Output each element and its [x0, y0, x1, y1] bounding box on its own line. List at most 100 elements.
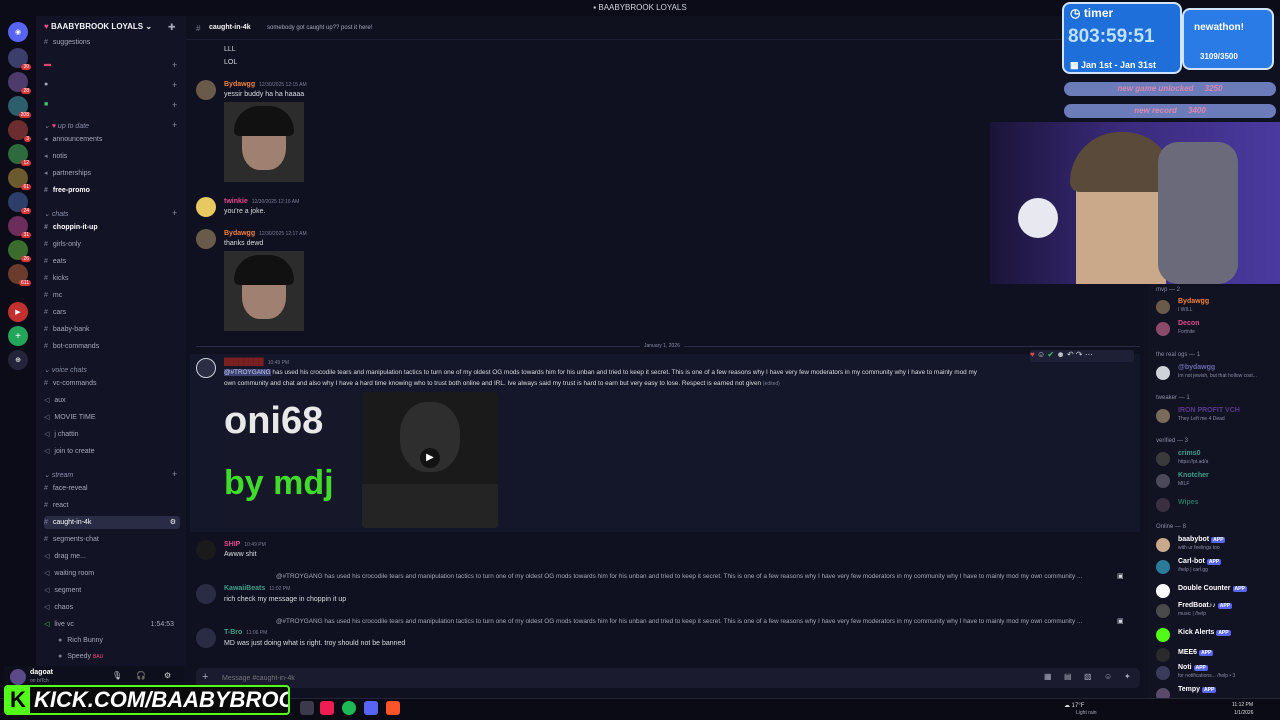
channel-segment[interactable]: ◁ segment	[44, 584, 180, 597]
message-image[interactable]	[224, 251, 304, 331]
message-author[interactable]: SHIP 10:49 PM	[224, 541, 266, 548]
message-author[interactable]: twinkie 12/30/2025 12:16 AM	[224, 198, 299, 205]
app-icon[interactable]	[300, 701, 314, 715]
member-item[interactable]: crims0 https://pt.ad/a	[1156, 450, 1276, 468]
clock[interactable]: 11:12 PM	[1232, 702, 1253, 708]
heart-reaction-icon[interactable]: ♥	[1030, 350, 1035, 359]
member-item[interactable]: FredBoat♪♪ APP music | /help	[1156, 602, 1276, 620]
server-icon[interactable]: 24	[8, 192, 31, 214]
voice-user[interactable]: ● Rich Bunny	[58, 634, 178, 647]
member-item[interactable]: Tempy APP	[1156, 686, 1276, 698]
avatar[interactable]	[196, 229, 216, 249]
channel-cars[interactable]: # cars	[44, 306, 180, 319]
channel-girls-only[interactable]: # girls-only	[44, 238, 180, 251]
gif-icon[interactable]: ▤	[1064, 672, 1072, 681]
category-chats[interactable]: ⌄ chats	[44, 210, 69, 218]
emoji-reaction-icon[interactable]: ☺	[1037, 350, 1045, 359]
avatar[interactable]	[196, 540, 216, 560]
channel-bot-commands[interactable]: # bot-commands	[44, 340, 180, 353]
channel-collapsed[interactable]: ▬	[44, 58, 180, 71]
channel-j-chattin[interactable]: ◁ j chattin	[44, 428, 180, 441]
message-composer[interactable]: + ▦ ▤ ▧ ☺ ✦	[196, 668, 1140, 688]
add-reaction-icon[interactable]: ☻	[1056, 350, 1064, 359]
server-icon[interactable]: 30	[8, 48, 31, 70]
channel-aux[interactable]: ◁ aux	[44, 394, 180, 407]
settings-icon[interactable]: ⚙	[170, 516, 176, 529]
channel-partnerships[interactable]: ◂ partnerships	[44, 167, 180, 180]
add-channel-icon[interactable]: +	[172, 120, 177, 130]
forward-icon[interactable]: ↷	[1076, 350, 1083, 359]
add-channel-icon[interactable]: +	[172, 100, 177, 110]
server-icon[interactable]: 3	[8, 120, 31, 142]
spotify-icon[interactable]	[342, 701, 356, 715]
member-item[interactable]: Decon Fortnite	[1156, 320, 1276, 338]
brave-icon[interactable]	[386, 701, 400, 715]
embed-image[interactable]: oni68 by mdj	[224, 392, 360, 528]
home-button[interactable]: ◉	[8, 22, 28, 42]
channel-waiting-room[interactable]: ◁ waiting room	[44, 567, 180, 580]
channel-face-reveal[interactable]: # face-reveal	[44, 482, 180, 495]
channel-chaos[interactable]: ◁ chaos	[44, 601, 180, 614]
sticker-icon[interactable]: ▧	[1084, 672, 1092, 681]
voice-user[interactable]: ● Speedy BAU	[58, 650, 178, 663]
tiktok-icon[interactable]	[320, 701, 334, 715]
channel-join-to-create[interactable]: ◁ join to create	[44, 445, 180, 458]
channel-caught-in-4k[interactable]: # caught-in-4k ⚙	[44, 516, 180, 529]
avatar[interactable]	[196, 584, 216, 604]
channel-topic[interactable]: somebody got caught up?? post it here!	[267, 25, 372, 31]
member-item[interactable]: Carl-bot APP/help | carl.gg	[1156, 558, 1276, 576]
add-friend-icon[interactable]: ✚	[168, 22, 176, 33]
channel-live-vc[interactable]: ◁ live vc 1:54:53	[44, 618, 180, 631]
message-input[interactable]	[222, 672, 922, 684]
check-reaction-icon[interactable]: ✔	[1047, 350, 1054, 359]
channel-mc[interactable]: # mc	[44, 289, 180, 302]
channel-segments-chat[interactable]: # segments-chat	[44, 533, 180, 546]
headphones-icon[interactable]: 🎧	[136, 671, 146, 680]
message-author[interactable]: T-Bro 11:06 PM	[224, 629, 267, 636]
message-author[interactable]: KawaiiBeats 11:02 PM	[224, 585, 290, 592]
avatar[interactable]	[196, 80, 216, 100]
channel-suggestions[interactable]: # suggestions	[44, 36, 180, 49]
emoji-icon[interactable]: ☺	[1104, 672, 1112, 681]
channel-choppin-it-up[interactable]: # choppin-it-up	[44, 221, 180, 234]
category-stream[interactable]: ⌄ stream	[44, 471, 73, 479]
message-image[interactable]	[224, 102, 304, 182]
discord-icon[interactable]	[364, 701, 378, 715]
microphone-icon[interactable]: 🎙	[112, 671, 122, 680]
add-channel-icon[interactable]: +	[172, 60, 177, 70]
add-server-icon[interactable]: +	[8, 326, 28, 346]
member-item[interactable]: Wipes	[1156, 496, 1276, 514]
message-author[interactable]: Bydawgg 12/30/2025 12:17 AM	[224, 230, 307, 237]
member-item[interactable]: baabybot APP with ur feelings too	[1156, 536, 1276, 554]
more-icon[interactable]: ⋯	[1085, 350, 1093, 359]
member-item[interactable]: Noti APP for notifications... /help • 3	[1156, 664, 1276, 682]
member-item[interactable]: Knotcher MILF	[1156, 472, 1276, 490]
play-icon[interactable]: ▶	[420, 448, 440, 468]
reply-preview[interactable]: @#TROYGANG has used his crocodile tears …	[276, 573, 1116, 580]
message-author[interactable]: Bydawgg 12/30/2025 12:15 AM	[224, 81, 307, 88]
server-icon[interactable]: ▶	[8, 302, 28, 322]
channel-drag-me[interactable]: ◁ drag me...	[44, 550, 180, 563]
member-item[interactable]: IRON PROFIT VCH They Left me 4 Dead	[1156, 407, 1276, 425]
avatar[interactable]	[196, 358, 216, 378]
channel-baaby-bank[interactable]: # baaby-bank	[44, 323, 180, 336]
channel-react[interactable]: # react	[44, 499, 180, 512]
channel-collapsed[interactable]: ●	[44, 78, 180, 91]
channel-movie-time[interactable]: ◁ MOVIE TIME	[44, 411, 180, 424]
member-item[interactable]: MEE6 APP	[1156, 646, 1276, 664]
member-item[interactable]: Bydawgg I WILL	[1156, 298, 1276, 316]
date[interactable]: 1/1/2026	[1234, 710, 1253, 716]
channel-free-promo[interactable]: # free-promo	[44, 184, 180, 197]
settings-icon[interactable]: ⚙	[164, 671, 171, 680]
server-icon[interactable]: 31	[8, 216, 31, 238]
channel-kicks[interactable]: # kicks	[44, 272, 180, 285]
server-icon[interactable]: 61	[8, 168, 31, 190]
add-channel-icon[interactable]: +	[172, 469, 177, 479]
avatar[interactable]	[10, 669, 26, 685]
add-channel-icon[interactable]: +	[172, 80, 177, 90]
weather-widget[interactable]: ☁ 17°F	[1064, 702, 1084, 709]
category-up-to-date[interactable]: ⌄ ♥ up to date	[44, 122, 89, 130]
reply-icon[interactable]: ↶	[1067, 350, 1074, 359]
guild-name[interactable]: ♥ BAABYBROOK LOYALS ⌄	[44, 22, 152, 31]
category-voice-chats[interactable]: ⌄ voice chats	[44, 366, 87, 374]
